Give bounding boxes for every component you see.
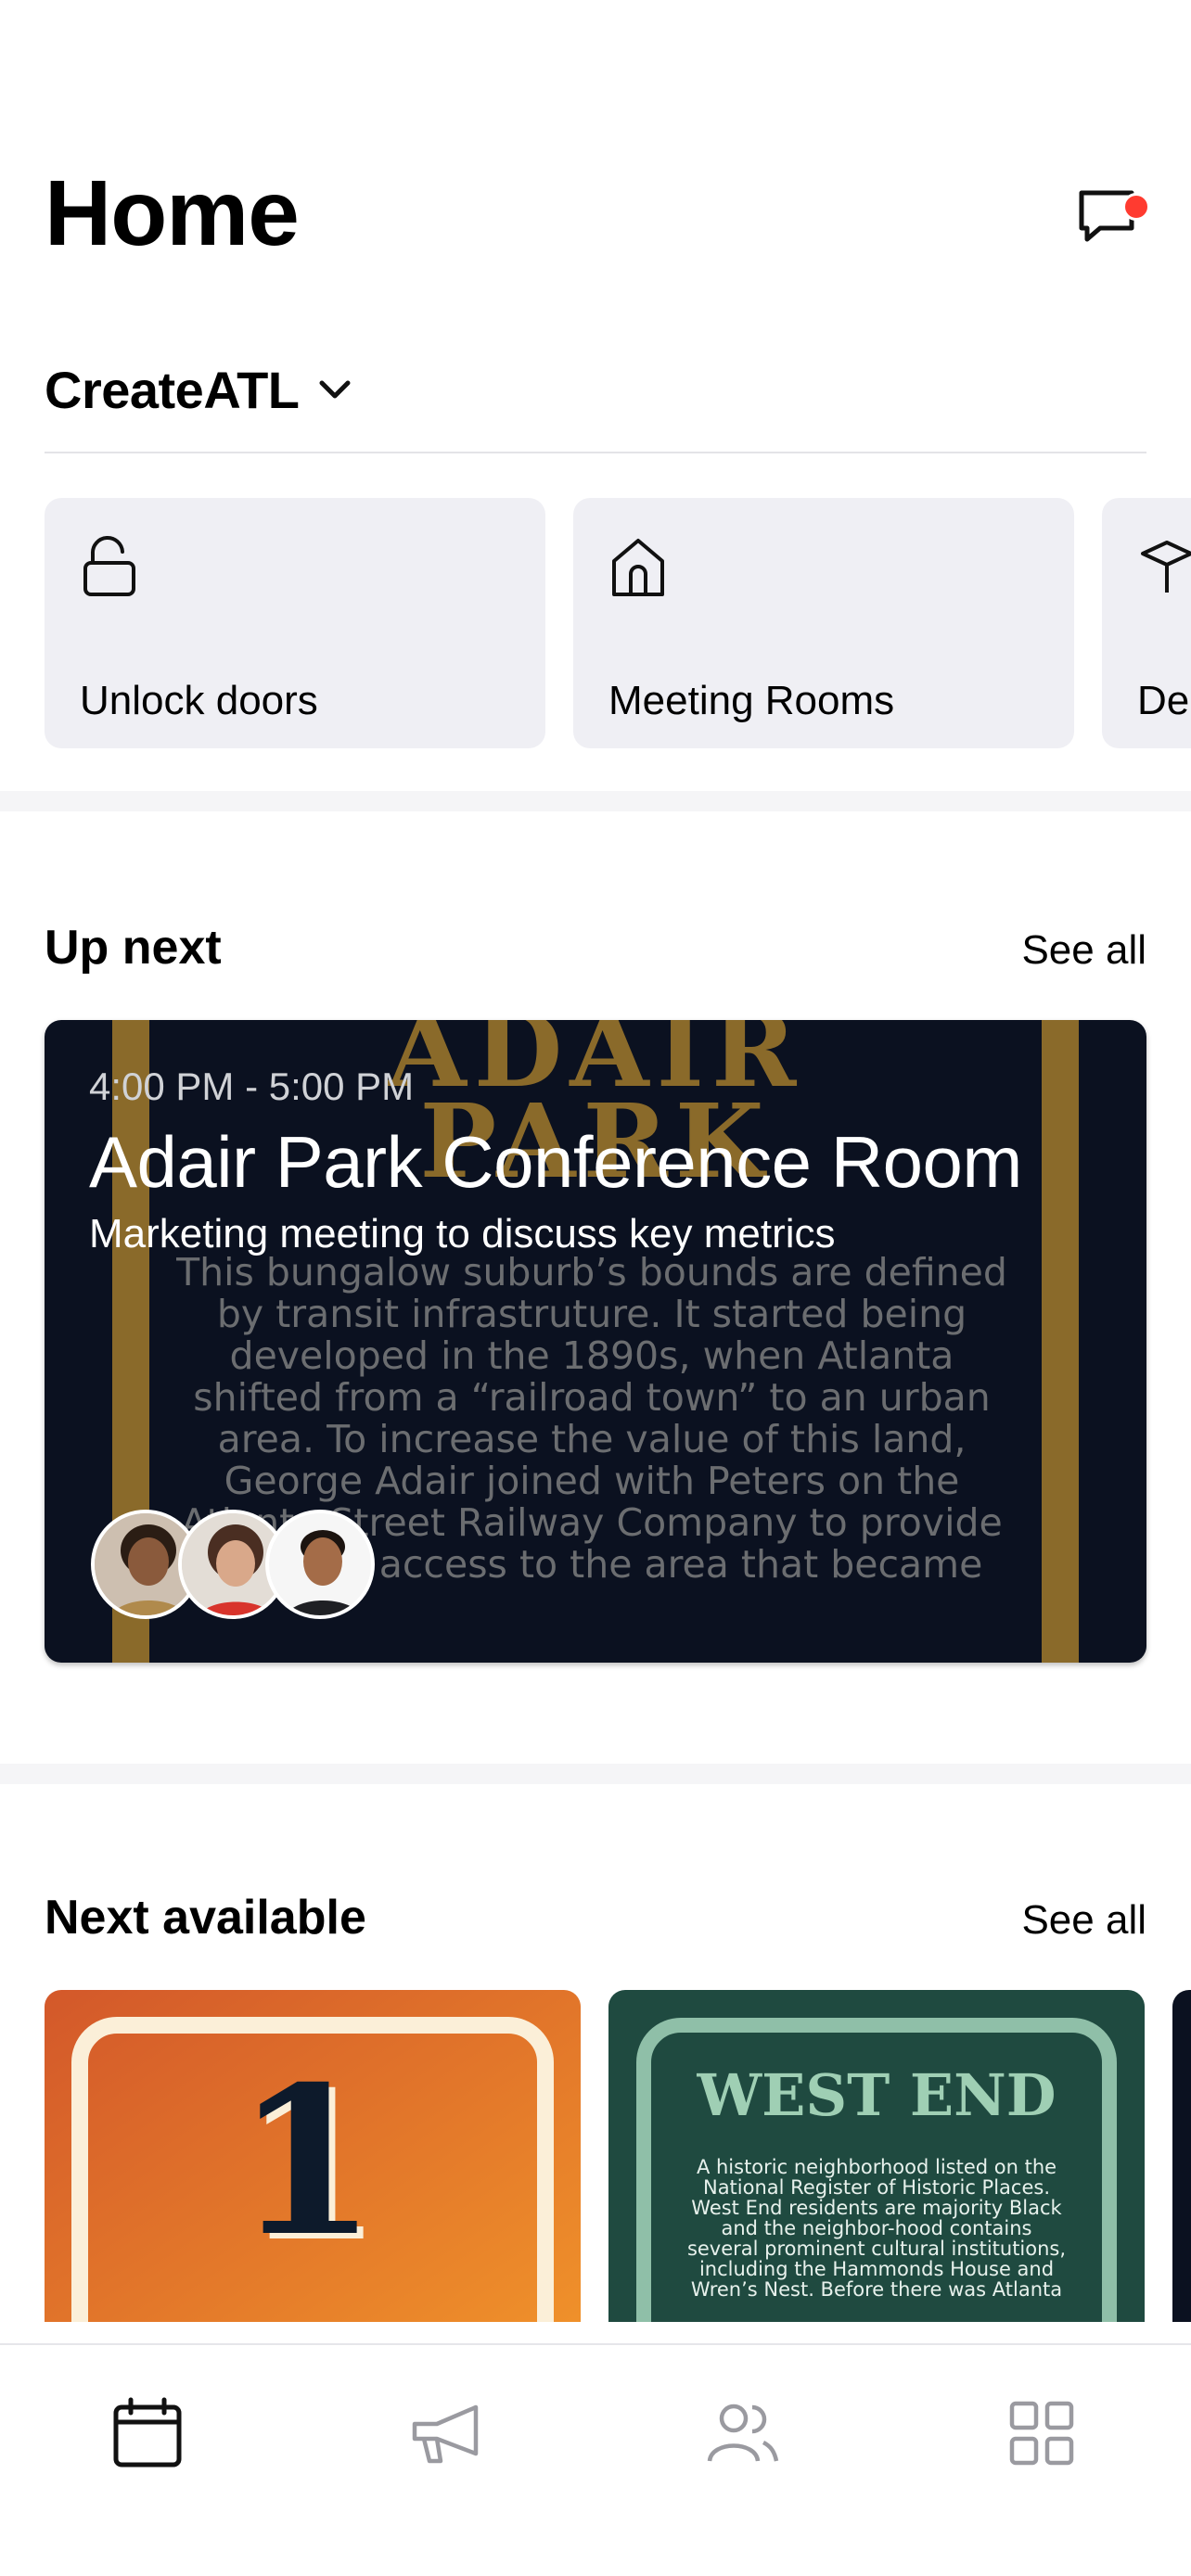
page-title: Home xyxy=(45,161,300,265)
room-image: 1 1 xyxy=(45,1990,581,2322)
action-label: Meeting Rooms xyxy=(608,678,895,723)
desks-button[interactable]: De xyxy=(1102,498,1191,748)
people-icon xyxy=(707,2404,779,2462)
room-card[interactable]: WEST END A historic neighborhood listed … xyxy=(608,1990,1145,2322)
event-description: Marketing meeting to discuss key metrics xyxy=(89,1211,836,1256)
megaphone-icon xyxy=(412,2404,479,2464)
up-next-title: Up next xyxy=(45,921,222,975)
box-icon xyxy=(1141,541,1191,593)
messages-button[interactable] xyxy=(1072,176,1150,250)
up-next-see-all-link[interactable]: See all xyxy=(1021,927,1146,974)
action-label: De xyxy=(1137,678,1190,723)
tab-announcements[interactable] xyxy=(395,2382,497,2484)
upcoming-event-card[interactable]: ADAIR PARK This bungalow suburb’s bounds… xyxy=(45,1020,1146,1663)
avatar xyxy=(265,1510,375,1619)
divider xyxy=(45,452,1146,453)
header: Home xyxy=(45,158,1150,269)
tab-people[interactable] xyxy=(692,2382,794,2484)
meeting-rooms-button[interactable]: Meeting Rooms xyxy=(573,498,1074,748)
room-image-title: WEST END xyxy=(696,2061,1056,2129)
room-image-text: A historic neighborhood listed on the Na… xyxy=(686,2156,1067,2301)
next-available-title: Next available xyxy=(45,1891,366,1945)
quick-actions: Unlock doors Meeting Rooms De xyxy=(45,498,1191,748)
section-separator xyxy=(0,1764,1191,1784)
section-separator xyxy=(0,791,1191,811)
event-room-name: Adair Park Conference Room xyxy=(89,1121,1022,1203)
unlock-icon xyxy=(83,536,135,596)
next-available-see-all-link[interactable]: See all xyxy=(1021,1897,1146,1944)
tab-more[interactable] xyxy=(991,2382,1093,2484)
room-card[interactable] xyxy=(1172,1990,1191,2322)
tab-bar xyxy=(0,2343,1191,2576)
workspace-name: CreateATL xyxy=(45,360,300,419)
attendee-avatars[interactable] xyxy=(91,1510,388,1621)
room-card[interactable]: 1 1 xyxy=(45,1990,581,2322)
action-label: Unlock doors xyxy=(80,678,318,723)
calendar-icon xyxy=(113,2397,182,2468)
event-time: 4:00 PM - 5:00 PM xyxy=(89,1065,415,1108)
room-image-label: 1 xyxy=(235,2041,377,2281)
home-icon xyxy=(612,539,664,596)
unread-badge xyxy=(1122,193,1150,221)
tab-calendar[interactable] xyxy=(96,2382,198,2484)
workspace-selector[interactable]: CreateATL xyxy=(45,352,353,427)
grid-icon xyxy=(1009,2401,1074,2466)
chevron-down-icon xyxy=(319,380,351,399)
unlock-doors-button[interactable]: Unlock doors xyxy=(45,498,545,748)
available-rooms-list: 1 1 WEST END A historic neighborhood lis… xyxy=(45,1990,1191,2322)
